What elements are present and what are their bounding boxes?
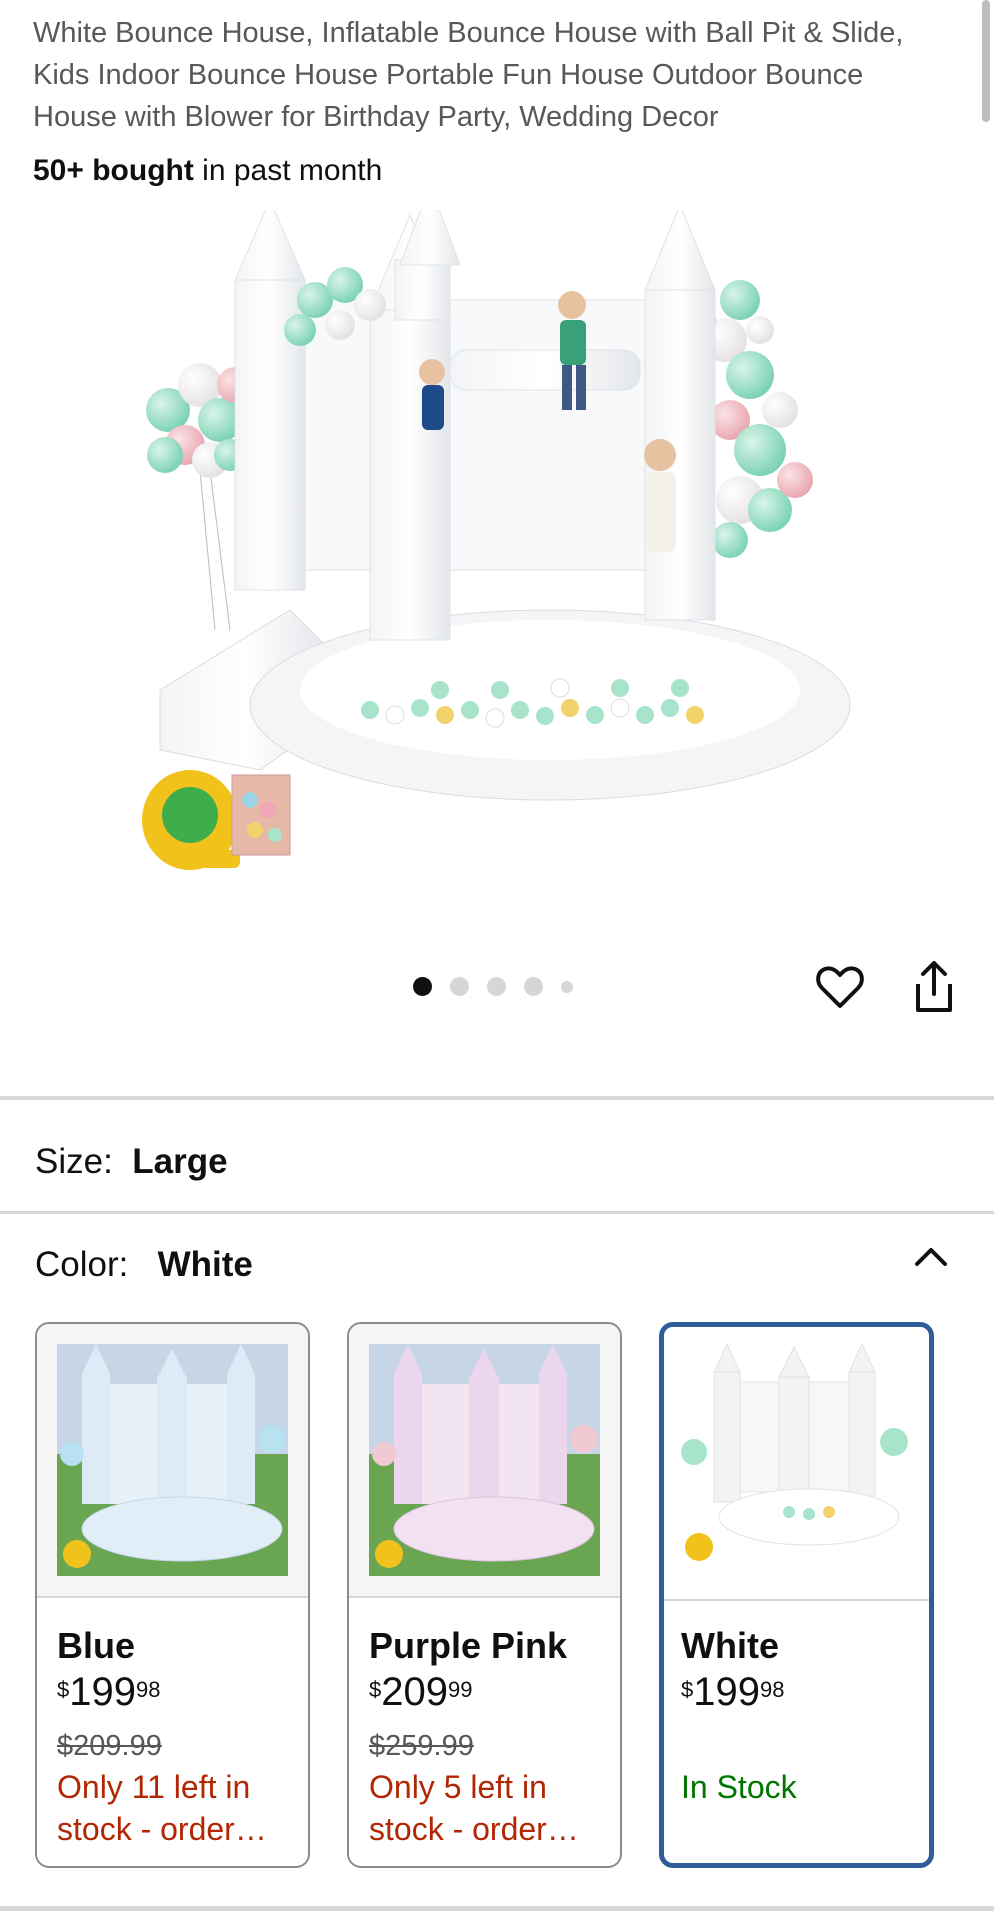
availability-text: Only 5 left in stock - order…	[369, 1769, 579, 1847]
carousel-dot-3[interactable]	[487, 977, 506, 996]
color-option-purple-pink[interactable]: Purple Pink $20999 $259.99 Only 5 left i…	[347, 1322, 622, 1868]
option-price: $19998	[57, 1670, 160, 1723]
price-whole: 209	[381, 1670, 448, 1714]
blower-accessory	[142, 770, 240, 870]
color-selector-header[interactable]: Color: White	[35, 1243, 253, 1287]
size-label: Size:	[35, 1142, 113, 1181]
swatch-image-white	[681, 1342, 908, 1561]
color-value: White	[157, 1245, 253, 1284]
carousel-dot-5[interactable]	[561, 980, 573, 993]
image-carousel-dots[interactable]	[413, 977, 573, 996]
swatch-image-frame	[664, 1327, 929, 1601]
section-divider	[0, 1096, 994, 1100]
price-symbol: $	[57, 1677, 70, 1702]
price-whole: 199	[69, 1670, 136, 1714]
price-fraction: 98	[136, 1677, 161, 1702]
swatch-image-blue	[57, 1344, 288, 1576]
price-whole: 199	[693, 1670, 760, 1714]
availability-text: In Stock	[681, 1769, 797, 1805]
bought-count: 50+ bought in past month	[33, 150, 382, 192]
share-icon[interactable]	[910, 960, 958, 1014]
was-price: $259.99	[369, 1730, 474, 1762]
color-label: Color:	[35, 1245, 129, 1284]
color-option-blue[interactable]: Blue $19998 $209.99 Only 11 left in stoc…	[35, 1322, 310, 1868]
option-price: $19998	[681, 1670, 784, 1723]
size-value: Large	[132, 1142, 228, 1181]
price-symbol: $	[681, 1677, 694, 1702]
availability-text: Only 11 left in stock - order…	[57, 1769, 267, 1847]
carousel-dot-1[interactable]	[413, 977, 432, 996]
chevron-up-icon[interactable]	[912, 1238, 950, 1272]
heart-icon[interactable]	[815, 962, 865, 1012]
was-price: $209.99	[57, 1730, 162, 1762]
swatch-image-purple-pink	[369, 1344, 600, 1576]
bought-count-bold: 50+ bought	[33, 154, 194, 187]
price-symbol: $	[369, 1677, 382, 1702]
option-name: Purple Pink	[369, 1625, 568, 1666]
option-price: $20999	[369, 1670, 472, 1723]
price-fraction: 98	[760, 1677, 785, 1702]
carousel-dot-4[interactable]	[524, 977, 543, 996]
swatch-image-frame	[37, 1324, 308, 1598]
color-option-white[interactable]: White $19998 In Stock	[659, 1322, 934, 1868]
bought-count-suffix: in past month	[193, 154, 383, 187]
section-divider	[0, 1906, 994, 1911]
size-selector[interactable]: Size: Large	[35, 1140, 228, 1184]
option-name: White	[681, 1625, 779, 1666]
carousel-dot-2[interactable]	[450, 977, 469, 996]
page-scrollbar[interactable]	[982, 0, 990, 122]
option-name: Blue	[57, 1625, 136, 1666]
balloon-pack-accessory	[231, 774, 291, 856]
section-divider	[0, 1211, 994, 1214]
swatch-image-frame	[349, 1324, 620, 1598]
product-title: White Bounce House, Inflatable Bounce Ho…	[33, 17, 904, 133]
price-fraction: 99	[448, 1677, 473, 1702]
product-image[interactable]	[140, 210, 860, 910]
